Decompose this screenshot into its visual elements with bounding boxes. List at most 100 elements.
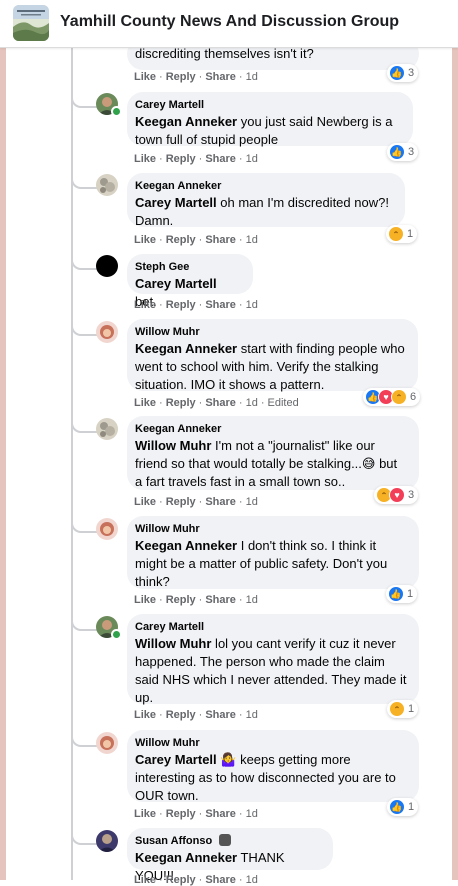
mention-link[interactable]: Willow Muhr [135, 636, 211, 651]
share-link[interactable]: Share [205, 71, 236, 83]
reply-link[interactable]: Reply [166, 496, 196, 508]
mention-link[interactable]: Willow Muhr [135, 438, 211, 453]
avatar[interactable] [96, 518, 118, 540]
share-link[interactable]: Share [205, 153, 236, 165]
timestamp-link[interactable]: 1d [246, 874, 258, 886]
avatar[interactable] [96, 418, 118, 440]
reply-link[interactable]: Reply [166, 299, 196, 311]
reply-link[interactable]: Reply [166, 874, 196, 886]
reply-branch [71, 174, 97, 189]
reaction-count: 3 [408, 67, 415, 79]
comment-author[interactable]: Willow Muhr [135, 522, 407, 537]
avatar[interactable] [96, 830, 118, 852]
reply-link[interactable]: Reply [166, 709, 196, 721]
comment-author[interactable]: Carey Martell [135, 620, 407, 635]
reaction-summary[interactable]: ᵔ 1 [386, 225, 418, 243]
mention-link[interactable]: Carey Martell [135, 752, 217, 767]
avatar[interactable] [96, 732, 118, 754]
reply-link[interactable]: Reply [166, 153, 196, 165]
mention-link[interactable]: Keegan Anneker [135, 341, 237, 356]
reaction-summary[interactable]: 👍 1 [387, 798, 419, 816]
group-cover-thumbnail[interactable] [13, 5, 49, 41]
timestamp-link[interactable]: 1d [246, 594, 258, 606]
reaction-summary[interactable]: 👍 3 [387, 143, 419, 161]
share-link[interactable]: Share [205, 299, 236, 311]
comment-author[interactable]: Willow Muhr [135, 736, 407, 751]
share-link[interactable]: Share [205, 874, 236, 886]
like-link[interactable]: Like [134, 234, 156, 246]
avatar[interactable] [96, 174, 118, 196]
timestamp-link[interactable]: 1d [246, 234, 258, 246]
timestamp-link[interactable]: 1d [246, 496, 258, 508]
comment-text: Carey Martell oh man I'm discredited now… [135, 195, 389, 228]
reaction-summary[interactable]: 👍 1 [386, 585, 418, 603]
mention-link[interactable]: Keegan Anneker [135, 538, 237, 553]
reply-link[interactable]: Reply [166, 234, 196, 246]
like-link[interactable]: Like [134, 709, 156, 721]
reaction-summary[interactable]: 👍 3 [387, 64, 419, 82]
like-link[interactable]: Like [134, 594, 156, 606]
like-link[interactable]: Like [134, 874, 156, 886]
like-link[interactable]: Like [134, 153, 156, 165]
mention-link[interactable]: Carey Martell [135, 276, 217, 291]
comment-author[interactable]: Susan Affonso [135, 834, 321, 849]
like-reaction-icon: 👍 [389, 799, 405, 815]
timestamp-link[interactable]: 1d [246, 71, 258, 83]
reaction-count: 3 [408, 146, 415, 158]
mention-link[interactable]: Keegan Anneker [135, 850, 237, 865]
comment-author[interactable]: Keegan Anneker [135, 179, 393, 194]
like-link[interactable]: Like [134, 299, 156, 311]
reaction-count: 1 [408, 801, 415, 813]
online-indicator [111, 629, 122, 640]
timestamp-link[interactable]: 1d [246, 153, 258, 165]
comment-author[interactable]: Carey Martell [135, 98, 401, 113]
comment-actions: Like · Reply · Share · 1d [134, 808, 258, 820]
timestamp-link[interactable]: 1d [246, 397, 258, 409]
reply-branch [71, 93, 97, 108]
reaction-count: 1 [408, 703, 415, 715]
comment-text: Willow Muhr I'm not a "journalist" like … [135, 438, 398, 489]
reply-branch [71, 255, 97, 270]
share-link[interactable]: Share [205, 808, 236, 820]
mention-link[interactable]: Carey Martell [135, 195, 217, 210]
comment-author[interactable]: Willow Muhr [135, 325, 406, 340]
like-link[interactable]: Like [134, 496, 156, 508]
share-link[interactable]: Share [205, 496, 236, 508]
share-link[interactable]: Share [205, 709, 236, 721]
mention-link[interactable]: Keegan Anneker [135, 114, 237, 129]
share-link[interactable]: Share [205, 594, 236, 606]
comment-text: Keegan Anneker I don't think so. I think… [135, 538, 388, 589]
comment-bubble: Willow Muhr Keegan Anneker start with fi… [127, 319, 418, 392]
reply-link[interactable]: Reply [166, 71, 196, 83]
like-link[interactable]: Like [134, 397, 156, 409]
comment-actions: Like · Reply · Share · 1d [134, 234, 258, 246]
reply-branch [71, 732, 97, 747]
comment-actions: Like · Reply · Share · 1d [134, 594, 258, 606]
reply-link[interactable]: Reply [166, 594, 196, 606]
comment-actions: Like · Reply · Share · 1d [134, 874, 258, 886]
reaction-summary[interactable]: 👍 ♥ ᵔ 6 [363, 388, 421, 406]
share-link[interactable]: Share [205, 397, 236, 409]
comment-bubble: Keegan Anneker Carey Martell oh man I'm … [127, 173, 405, 228]
reply-branch [71, 616, 97, 631]
timestamp-link[interactable]: 1d [246, 808, 258, 820]
reaction-summary[interactable]: ᵔ ♥ 3 [374, 486, 419, 504]
comment-actions: Like · Reply · Share · 1d [134, 71, 258, 83]
timestamp-link[interactable]: 1d [246, 299, 258, 311]
avatar[interactable] [96, 255, 118, 277]
comment-actions: Like · Reply · Share · 1d [134, 153, 258, 165]
reply-link[interactable]: Reply [166, 397, 196, 409]
timestamp-link[interactable]: 1d [246, 709, 258, 721]
like-link[interactable]: Like [134, 808, 156, 820]
comment-author[interactable]: Steph Gee [135, 260, 241, 275]
share-link[interactable]: Share [205, 234, 236, 246]
edited-label[interactable]: Edited [268, 397, 299, 409]
comment-actions: Like · Reply · Share · 1d [134, 299, 258, 311]
comment-author[interactable]: Keegan Anneker [135, 422, 407, 437]
avatar[interactable] [96, 321, 118, 343]
online-indicator [111, 106, 122, 117]
reply-link[interactable]: Reply [166, 808, 196, 820]
like-link[interactable]: Like [134, 71, 156, 83]
reaction-summary[interactable]: ᵔ 1 [387, 700, 419, 718]
group-title[interactable]: Yamhill County News And Discussion Group [60, 13, 399, 31]
